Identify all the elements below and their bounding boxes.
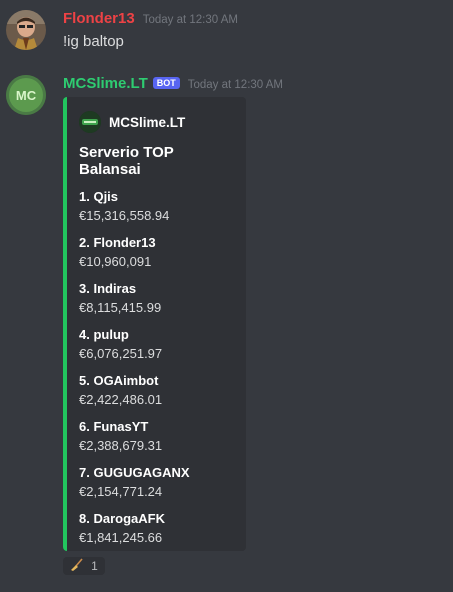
entry-balance: €10,960,091 <box>79 254 152 269</box>
embed-author: MCSlime.LT <box>79 111 234 133</box>
leaderboard-entry: 5. OGAimbot €2,422,486.01 <box>79 372 234 418</box>
entry-name: 2. Flonder13 <box>79 235 156 250</box>
leaderboard-entry: 2. Flonder13 €10,960,091 <box>79 234 234 280</box>
bot-avatar[interactable]: MC <box>6 75 46 115</box>
entry-balance: €2,388,679.31 <box>79 438 163 453</box>
entry-balance: €8,115,415.99 <box>79 300 162 315</box>
entry-name: 8. DarogaAFK <box>79 511 165 526</box>
entry-balance: €6,076,251.97 <box>79 346 163 361</box>
leaderboard-list: 1. Qjis €15,316,558.94 2. Flonder13 €10,960… <box>79 188 234 556</box>
entry-name: 5. OGAimbot <box>79 373 159 388</box>
embed-title: Serverio TOP Balansai <box>79 144 174 178</box>
leaderboard-entry: 4. pulup €6,076,251.97 <box>79 326 234 372</box>
leaderboard-entry: 6. FunasYT €2,388,679.31 <box>79 418 234 464</box>
entry-name: 4. pulup <box>79 327 129 342</box>
user-avatar[interactable] <box>6 10 46 50</box>
leaderboard-entry: 7. GUGUGAGANX €2,154,771.24 <box>79 464 234 510</box>
broom-icon <box>70 557 84 575</box>
username[interactable]: Flonder13 <box>63 10 135 27</box>
embed-author-icon <box>79 111 101 133</box>
message-text: !ig baltop <box>63 33 124 50</box>
entry-balance: €1,841,245.66 <box>79 530 163 545</box>
svg-text:MC: MC <box>16 88 37 103</box>
entry-name: 3. Indiras <box>79 281 137 296</box>
chat-area: Flonder13 Today at 12:30 AM !ig baltop M… <box>0 0 453 592</box>
reaction-button[interactable]: 1 <box>63 557 105 575</box>
leaderboard-entry: 8. DarogaAFK €1,841,245.66 <box>79 510 234 556</box>
entry-balance: €15,316,558.94 <box>79 208 170 223</box>
entry-balance: €2,154,771.24 <box>79 484 163 499</box>
username[interactable]: MCSlime.LT <box>63 75 148 92</box>
leaderboard-entry: 3. Indiras €8,115,415.99 <box>79 280 234 326</box>
entry-balance: €2,422,486.01 <box>79 392 163 407</box>
reaction-count: 1 <box>91 559 98 573</box>
entry-name: 6. FunasYT <box>79 419 149 434</box>
bot-tag: BOT <box>152 77 180 89</box>
entry-name: 1. Qjis <box>79 189 119 204</box>
timestamp: Today at 12:30 AM <box>187 79 283 91</box>
timestamp: Today at 12:30 AM <box>142 14 238 26</box>
leaderboard-entry: 1. Qjis €15,316,558.94 <box>79 188 234 234</box>
message-header: MCSlime.LT BOT Today at 12:30 AM <box>63 75 283 92</box>
embed-author-name[interactable]: MCSlime.LT <box>109 115 185 130</box>
embed: MCSlime.LT Serverio TOP Balansai 1. Qjis… <box>63 97 246 551</box>
entry-name: 7. GUGUGAGANX <box>79 465 190 480</box>
message-header: Flonder13 Today at 12:30 AM <box>63 10 238 27</box>
